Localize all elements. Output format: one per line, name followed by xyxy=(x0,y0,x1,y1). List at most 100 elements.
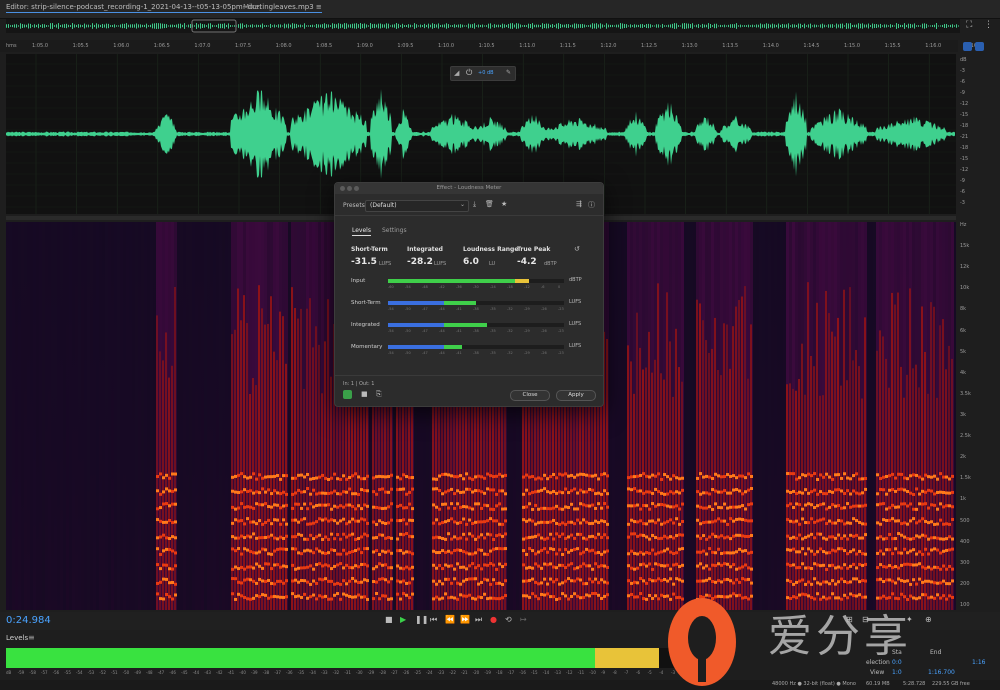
level-scale-label: -27 xyxy=(391,670,398,675)
presets-value: (Default) xyxy=(370,202,397,209)
meter-scale-label: -12 xyxy=(524,285,530,289)
level-scale-label: -57 xyxy=(41,670,48,675)
file-size: 60.19 MB xyxy=(866,681,890,687)
save-preset-icon[interactable]: ⤓ xyxy=(473,200,476,209)
loop-button[interactable]: ⟲ xyxy=(505,615,512,624)
move-to-start-button[interactable]: ⏮ xyxy=(430,615,437,625)
level-scale-label: -40 xyxy=(239,670,246,675)
delete-preset-icon[interactable]: 🗑 xyxy=(485,200,494,208)
rewind-button[interactable]: ⏪ xyxy=(445,615,455,624)
info-icon[interactable]: ⓘ xyxy=(588,200,595,210)
frequency-scale-label: 10k xyxy=(960,285,970,292)
level-scale-label: -36 xyxy=(286,670,293,675)
close-button[interactable]: Close xyxy=(510,390,550,401)
db-scale-label: -9 xyxy=(960,90,965,96)
level-scale-label: -55 xyxy=(64,670,71,675)
level-scale-label: -31 xyxy=(344,670,351,675)
meter-scale-label: -35 xyxy=(490,307,496,311)
move-to-end-button[interactable]: ⏭ xyxy=(475,615,482,625)
pause-button[interactable]: ❚❚ xyxy=(415,615,428,624)
end-column-label: End xyxy=(930,649,942,656)
momentary-meter-green-fill xyxy=(444,345,462,349)
time-ruler[interactable]: hms 1:05.0 1:05.5 1:06.0 1:06.5 1:07.0 1:07.5… xyxy=(0,40,982,52)
integrated-meter-bar xyxy=(388,323,564,327)
meter-scale-label: -36 xyxy=(456,285,462,289)
meter-scale-label: -23 xyxy=(558,351,564,355)
frequency-scale-label: 5k xyxy=(960,348,967,355)
db-scale-label: -3 xyxy=(960,200,965,206)
pin-icon[interactable] xyxy=(975,42,984,51)
levels-menu-icon[interactable]: ≡ xyxy=(28,633,35,642)
meter-scale-label: -54 xyxy=(405,285,411,289)
short-term-label: Short-Term xyxy=(351,246,388,253)
preview-loop-icon[interactable]: ⎘ xyxy=(376,390,382,399)
effect-power-button[interactable] xyxy=(343,390,352,399)
fast-forward-button[interactable]: ⏩ xyxy=(460,615,470,624)
apply-button[interactable]: Apply xyxy=(556,390,596,401)
level-scale-label: -37 xyxy=(274,670,281,675)
tab-menu-icon[interactable]: ≡ xyxy=(316,3,322,11)
level-scale-label: -26 xyxy=(402,670,410,675)
options-icon[interactable]: ⋮ xyxy=(984,20,993,30)
level-scale-label: -10 xyxy=(589,670,596,675)
ruler-tick-label: 1:15.5 xyxy=(884,43,901,49)
meter-scale-label: -47 xyxy=(422,307,428,311)
gain-knob-icon[interactable]: ⏻ xyxy=(466,68,472,78)
view-start-value[interactable]: 1:0 xyxy=(892,669,902,676)
tab-mixer[interactable]: Mixer xyxy=(243,3,262,11)
record-button[interactable]: ● xyxy=(490,615,497,624)
preview-stop-icon[interactable]: ■ xyxy=(361,390,368,398)
momentary-meter-bar xyxy=(388,345,564,349)
loudness-meter-dialog: Effect - Loudness Meter Presets: (Defaul… xyxy=(334,182,604,407)
hud-pin-icon[interactable]: ✎ xyxy=(506,69,511,76)
level-scale-label: -11 xyxy=(577,670,585,675)
ruler-tick-label: 1:07.0 xyxy=(194,43,211,49)
tab-settings[interactable]: Settings xyxy=(382,227,407,234)
level-scale-label: dB xyxy=(6,670,12,675)
ruler-tick-label: 1:09.0 xyxy=(356,43,373,49)
view-duration-value[interactable]: 1:16 xyxy=(972,659,985,666)
frequency-scale-label: 200 xyxy=(960,580,970,587)
level-scale-label: -32 xyxy=(332,670,340,675)
integrated-row-label: Integrated xyxy=(351,322,380,328)
play-button[interactable]: ▶ xyxy=(400,615,406,624)
dialog-title: Effect - Loudness Meter xyxy=(436,185,502,191)
zoom-icon[interactable]: ⛶ xyxy=(966,20,972,30)
overview-waveform[interactable] xyxy=(6,19,960,33)
level-scale-label: -44 xyxy=(192,670,200,675)
meter-scale-label: -26 xyxy=(541,329,547,333)
db-scale-label: -6 xyxy=(960,79,965,85)
watermark-logo xyxy=(668,598,736,686)
meter-scale-label: -6 xyxy=(541,285,545,289)
skip-selection-button[interactable]: ↦ xyxy=(520,615,527,624)
ruler-tick-label: 1:11.0 xyxy=(519,43,536,49)
tab-editor[interactable]: Editor: strip-silence-podcast_recording-… xyxy=(6,3,322,13)
ruler-tick-label: 1:14.0 xyxy=(762,43,779,49)
db-scale-label: -9 xyxy=(960,178,965,184)
level-scale-label: -7 xyxy=(624,670,629,675)
meter-scale-label: -54 xyxy=(388,351,394,355)
dialog-separator xyxy=(335,215,603,216)
db-scale-label: -21 xyxy=(960,134,969,140)
reset-icon[interactable]: ↺ xyxy=(574,245,580,253)
true-peak-value: -4.2 xyxy=(517,257,537,267)
short-term-unit: LUFS xyxy=(379,261,392,267)
zoom-in-time-icon[interactable]: ⊕ xyxy=(925,615,932,624)
tab-levels[interactable]: Levels xyxy=(352,227,371,236)
stop-button[interactable]: ■ xyxy=(385,615,393,624)
meter-scale-label: -26 xyxy=(541,351,547,355)
presets-dropdown[interactable]: (Default) ⌄ xyxy=(365,200,469,212)
level-scale-label: -24 xyxy=(426,670,433,675)
snap-icon[interactable] xyxy=(963,42,972,51)
meter-scale-label: -35 xyxy=(490,329,496,333)
routing-icon[interactable]: ⇶ xyxy=(576,200,582,208)
favorite-star-icon[interactable]: ★ xyxy=(501,200,507,208)
levels-panel-title: Levels xyxy=(6,634,29,642)
view-end-value[interactable]: 1:16.700 xyxy=(928,669,955,676)
timecode-display[interactable]: 0:24.984 xyxy=(6,615,51,626)
clip-gain-hud[interactable]: ◢ ⏻ +0 dB ✎ xyxy=(450,66,516,81)
clip-gain-value[interactable]: +0 dB xyxy=(478,70,494,76)
db-scale-label: -12 xyxy=(960,167,969,173)
meter-scale-label: -23 xyxy=(558,307,564,311)
ruler-tick-label: 1:12.0 xyxy=(600,43,617,49)
